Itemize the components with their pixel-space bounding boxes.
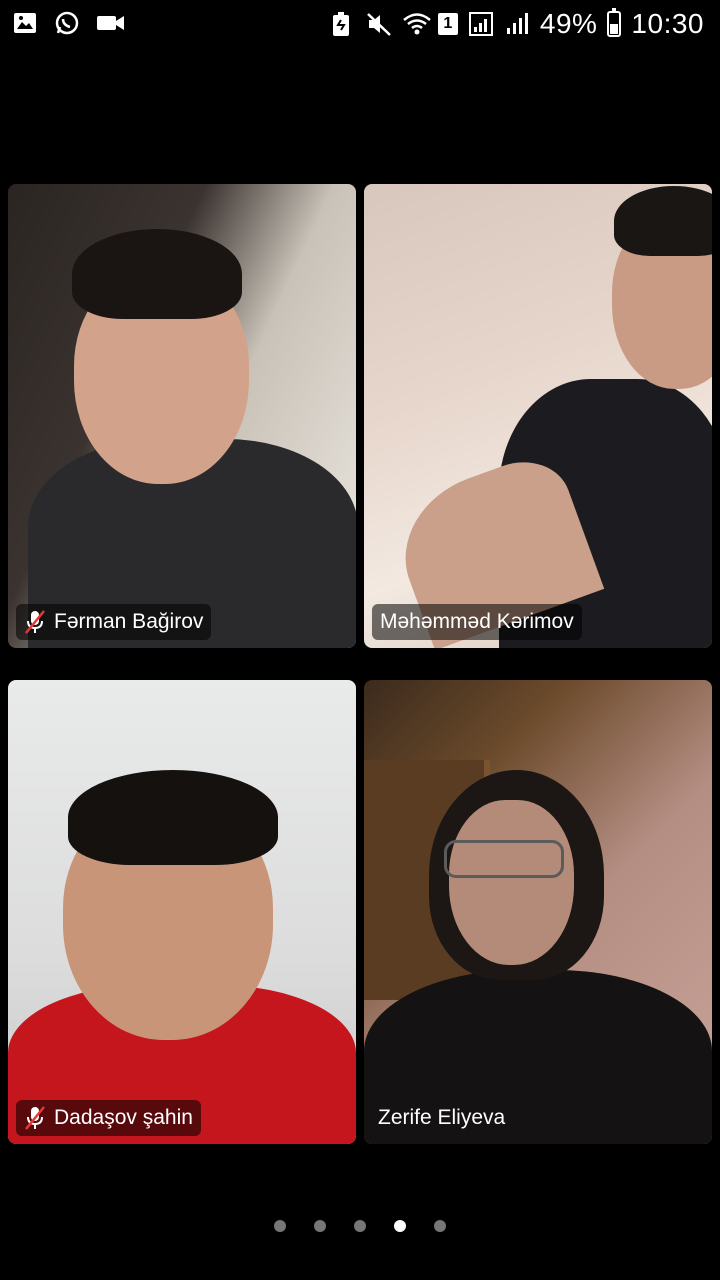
participant-tile[interactable]: Fərman Bağirov bbox=[8, 184, 356, 648]
participant-tile[interactable]: Dadaşov şahin bbox=[8, 680, 356, 1144]
page-dot-active[interactable] bbox=[394, 1220, 406, 1232]
participant-tile[interactable]: Zerife Eliyeva bbox=[364, 680, 712, 1144]
participant-name: Fərman Bağirov bbox=[54, 610, 204, 633]
participant-name-tag: Dadaşov şahin bbox=[16, 1100, 201, 1136]
participant-video bbox=[8, 680, 356, 1144]
battery-saver-icon bbox=[330, 11, 356, 37]
participant-name: Dadaşov şahin bbox=[54, 1106, 193, 1129]
participant-tile[interactable]: Məhəmməd Kərimov bbox=[364, 184, 712, 648]
participant-video bbox=[364, 680, 712, 1144]
page-dot[interactable] bbox=[314, 1220, 326, 1232]
video-camera-icon bbox=[96, 10, 124, 36]
wifi-icon bbox=[402, 11, 431, 37]
page-dot[interactable] bbox=[274, 1220, 286, 1232]
muted-mic-icon bbox=[24, 609, 46, 635]
participant-video bbox=[364, 184, 712, 648]
page-indicator[interactable] bbox=[0, 1220, 720, 1240]
participant-name-tag: Zerife Eliyeva bbox=[372, 1100, 513, 1136]
sim-icon: 1 bbox=[437, 13, 458, 35]
status-bar: 1 49% 10:30 bbox=[0, 0, 720, 50]
whatsapp-icon bbox=[54, 10, 80, 36]
clock: 10:30 bbox=[631, 8, 704, 39]
battery-percentage: 49% bbox=[539, 8, 598, 39]
participant-name: Zerife Eliyeva bbox=[378, 1106, 506, 1129]
participant-video bbox=[8, 184, 356, 648]
participant-name: Məhəmməd Kərimov bbox=[380, 610, 574, 633]
muted-mic-icon bbox=[24, 1105, 46, 1131]
gallery-icon bbox=[12, 10, 38, 36]
mute-icon bbox=[366, 11, 392, 37]
battery-icon bbox=[607, 8, 622, 37]
signal-icon bbox=[504, 11, 530, 37]
page-dot[interactable] bbox=[354, 1220, 366, 1232]
page-dot[interactable] bbox=[434, 1220, 446, 1232]
participant-name-tag: Məhəmməd Kərimov bbox=[372, 604, 582, 640]
signal-icon bbox=[468, 11, 494, 37]
participant-name-tag: Fərman Bağirov bbox=[16, 604, 212, 640]
